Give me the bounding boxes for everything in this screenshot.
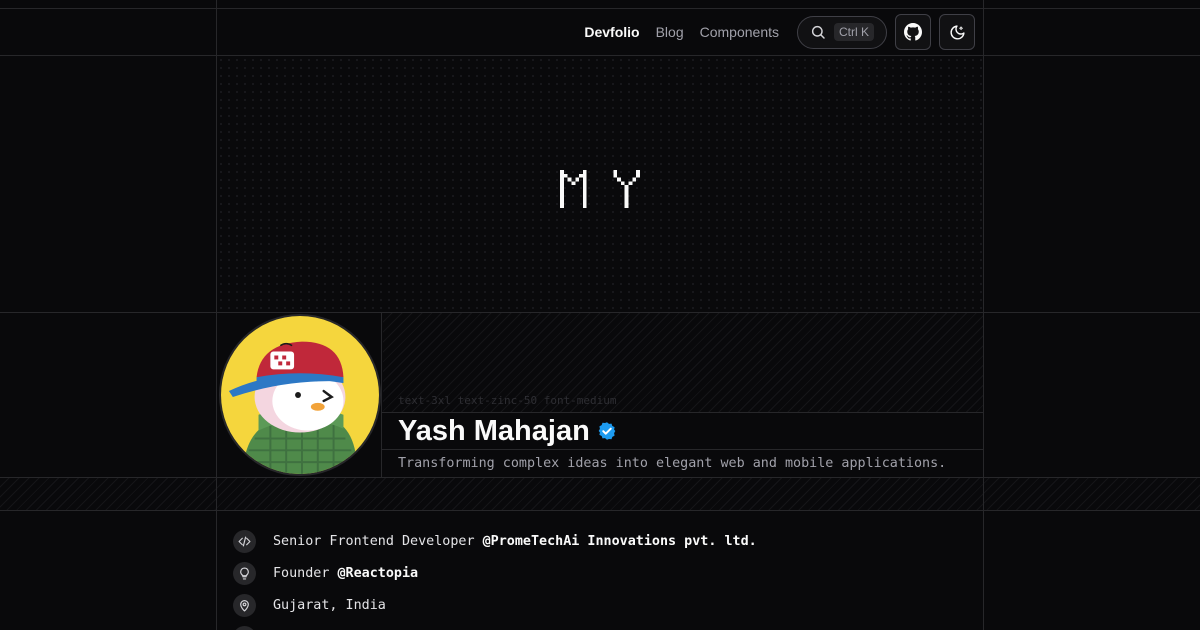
map-pin-icon — [233, 593, 256, 617]
lightbulb-icon — [233, 561, 256, 585]
pixel-cell — [582, 185, 587, 189]
theme-toggle-button[interactable] — [939, 14, 975, 50]
search-shortcut: Ctrl K — [834, 23, 874, 41]
info-prefix: Founder — [273, 565, 338, 581]
hatched-divider — [0, 478, 1200, 510]
info-item-role: Senior Frontend Developer @PromeTechAi I… — [233, 525, 757, 557]
location-text: Gujarat, India — [273, 597, 386, 613]
top-nav: Devfolio Blog Components Ctrl K — [217, 9, 983, 55]
pixel-cell — [620, 181, 625, 186]
avatar — [219, 314, 381, 476]
pixel-cell — [579, 173, 583, 178]
pixel-cell — [571, 181, 576, 186]
moon-icon — [950, 24, 965, 39]
pixel-cell — [560, 170, 564, 174]
pixel-cell — [560, 204, 564, 208]
pixel-cell — [567, 177, 572, 182]
grid-line — [983, 0, 984, 630]
pixel-cell — [582, 192, 587, 197]
nav-link-components[interactable]: Components — [700, 24, 779, 40]
github-icon — [904, 23, 922, 41]
pixel-cell — [624, 189, 629, 193]
pixel-cell — [560, 192, 564, 197]
pixel-cell — [582, 200, 587, 205]
tagline-row: Transforming complex ideas into elegant … — [382, 450, 983, 477]
pixel-cell — [628, 181, 633, 186]
info-text: Founder @Reactopia — [273, 566, 418, 581]
phone-icon — [233, 625, 256, 630]
pixel-cell — [560, 189, 564, 193]
pixel-cell — [582, 196, 587, 201]
grid-line — [983, 478, 984, 510]
pixel-cell — [582, 170, 587, 174]
search-icon — [811, 25, 825, 39]
nav-link-devfolio[interactable]: Devfolio — [584, 24, 639, 40]
info-list: Senior Frontend Developer @PromeTechAi I… — [233, 525, 757, 630]
github-button[interactable] — [895, 14, 931, 50]
page: Devfolio Blog Components Ctrl K MY — [0, 0, 1200, 630]
pixel-cell — [582, 177, 587, 182]
search-button[interactable]: Ctrl K — [797, 15, 887, 49]
pixel-cell — [613, 173, 618, 178]
pixel-cell — [624, 200, 629, 205]
pixel-cell — [624, 204, 629, 208]
pixel-cell — [560, 200, 564, 205]
pixel-cell — [563, 173, 568, 178]
pixel-cell — [624, 196, 629, 201]
pixel-cell — [636, 170, 640, 174]
info-item-founder: Founder @Reactopia — [233, 557, 757, 589]
code-hint: text-3xl text-zinc-50 font-medium — [398, 394, 617, 407]
pixel-cell — [560, 177, 564, 182]
info-text: Gujarat, India — [273, 598, 386, 613]
pixel-cell — [624, 192, 629, 197]
pixel-cell — [575, 177, 580, 182]
pixel-cell — [582, 181, 587, 186]
name-row: Yash Mahajan — [382, 413, 983, 449]
verified-badge-icon — [597, 421, 617, 441]
pixel-cell — [560, 173, 564, 178]
code-icon — [233, 529, 256, 553]
grid-line — [0, 510, 1200, 511]
grid-line — [216, 478, 217, 510]
nav-link-blog[interactable]: Blog — [656, 24, 684, 40]
pixel-cell — [636, 173, 640, 178]
pixel-cell — [560, 181, 564, 186]
pixel-cell — [624, 185, 629, 189]
info-item-location: Gujarat, India — [233, 589, 757, 621]
pixel-cell — [560, 196, 564, 201]
company-link[interactable]: @PromeTechAi Innovations pvt. ltd. — [483, 534, 757, 549]
pixel-cell — [632, 177, 637, 182]
reactopia-link[interactable]: @Reactopia — [338, 566, 419, 581]
pixel-cell — [613, 170, 618, 174]
info-item-partial — [233, 621, 757, 630]
pixel-cell — [560, 185, 564, 189]
pixel-cell — [582, 173, 587, 178]
penguin-avatar-image — [221, 316, 379, 474]
pixel-cell — [582, 189, 587, 193]
pixel-cell — [582, 204, 587, 208]
info-text: Senior Frontend Developer @PromeTechAi I… — [273, 534, 757, 549]
hero-banner: MY — [217, 56, 983, 312]
profile-name: Yash Mahajan — [398, 414, 590, 447]
pixel-cell — [617, 177, 621, 182]
profile-tagline: Transforming complex ideas into elegant … — [398, 456, 947, 471]
info-prefix: Senior Frontend Developer — [273, 533, 483, 549]
pixel-heading: MY — [560, 170, 640, 208]
